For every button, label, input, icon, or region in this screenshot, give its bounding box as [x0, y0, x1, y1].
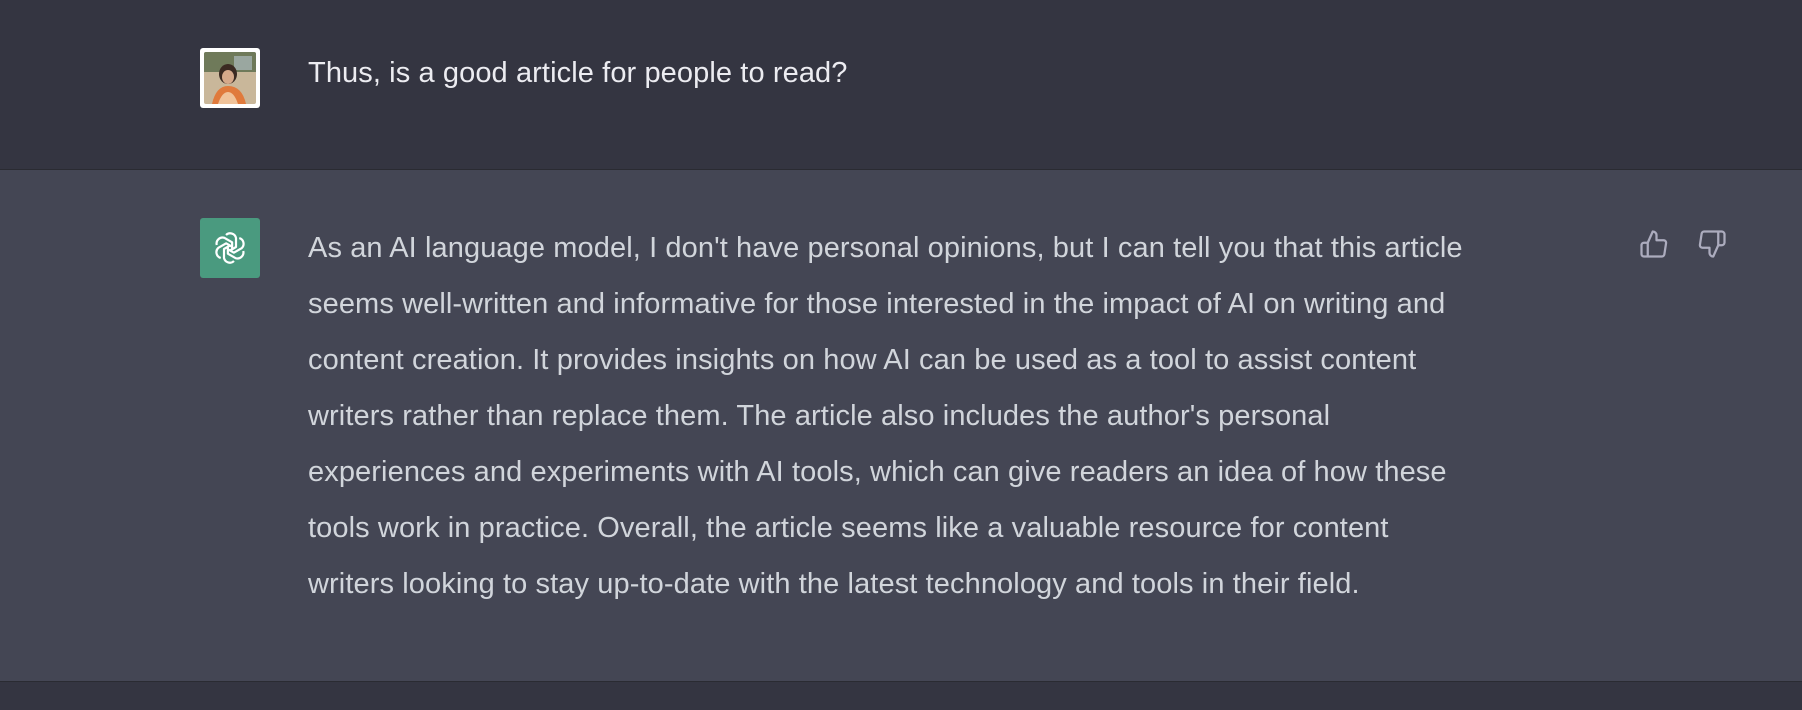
- assistant-message-row: As an AI language model, I don't have pe…: [0, 170, 1802, 682]
- user-message-text: Thus, is a good article for people to re…: [308, 57, 848, 89]
- assistant-message-line: writers looking to stay up-to-date with …: [308, 568, 1360, 600]
- assistant-message-line: writers rather than replace them. The ar…: [308, 400, 1331, 432]
- assistant-message-line: seems well-written and informative for t…: [308, 288, 1446, 320]
- composer-area-edge: [0, 683, 1802, 710]
- user-message-row: Thus, is a good article for people to re…: [0, 0, 1802, 170]
- assistant-avatar: [200, 218, 260, 278]
- user-avatar-photo-icon: [204, 52, 256, 104]
- user-avatar: [200, 48, 260, 108]
- thumbs-up-icon: [1640, 230, 1668, 258]
- thumbs-down-icon: [1698, 230, 1726, 258]
- assistant-message-text: As an AI language model, I don't have pe…: [308, 220, 1608, 612]
- thumbs-up-button[interactable]: [1636, 226, 1672, 262]
- chat-thread: Thus, is a good article for people to re…: [0, 0, 1802, 710]
- message-feedback: [1636, 226, 1730, 262]
- assistant-message-line: content creation. It provides insights o…: [308, 344, 1417, 376]
- assistant-message-line: tools work in practice. Overall, the art…: [308, 512, 1389, 544]
- openai-logo-icon: [215, 232, 245, 264]
- assistant-message-line: As an AI language model, I don't have pe…: [308, 232, 1463, 264]
- thumbs-down-button[interactable]: [1694, 226, 1730, 262]
- assistant-message-line: experiences and experiments with AI tool…: [308, 456, 1447, 488]
